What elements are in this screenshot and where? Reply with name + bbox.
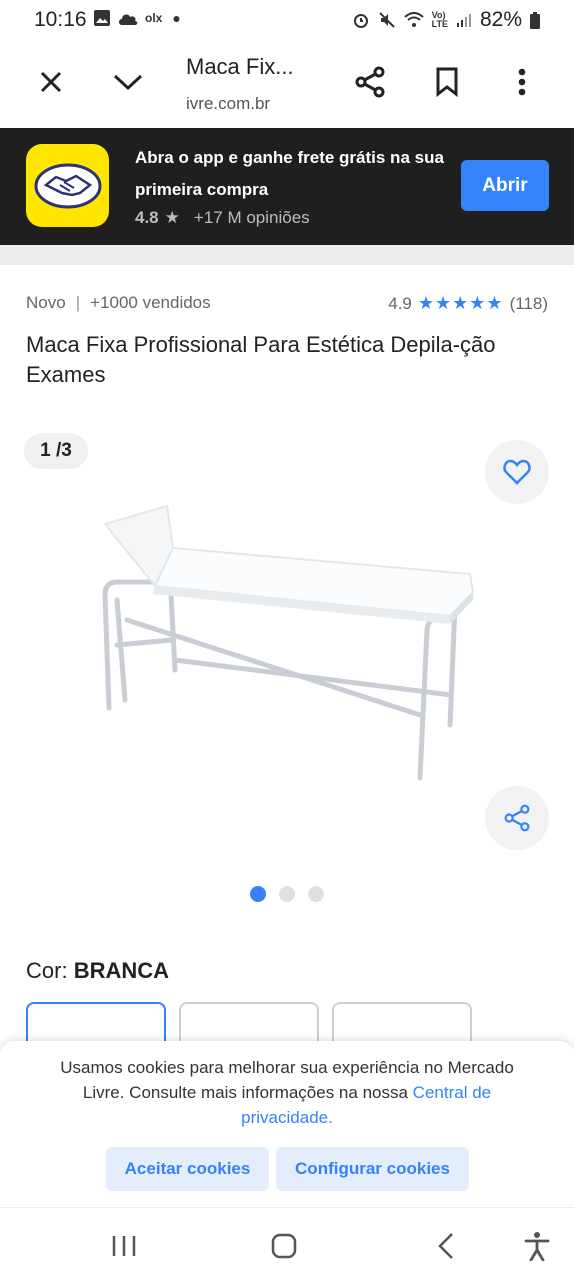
alarm-icon <box>353 14 368 28</box>
more-vert-icon <box>518 68 526 96</box>
product-title: Maca Fixa Profissional Para Estética Dep… <box>26 332 496 387</box>
system-navigation-bar <box>0 1207 574 1280</box>
bookmark-icon <box>436 67 458 97</box>
accessibility-button[interactable] <box>515 1228 559 1264</box>
handshake-icon <box>34 163 101 208</box>
open-app-button[interactable]: Abrir <box>461 160 549 211</box>
accept-cookies-button[interactable]: Aceitar cookies <box>106 1147 269 1191</box>
back-icon <box>438 1233 453 1259</box>
bookmark-button[interactable] <box>425 60 469 104</box>
color-selector-label: Cor: BRANCA <box>26 958 169 984</box>
divider <box>0 245 574 265</box>
signal-icon <box>456 14 471 27</box>
accessibility-icon <box>524 1232 550 1261</box>
back-button[interactable] <box>424 1228 468 1264</box>
cookie-consent-panel: Usamos cookies para melhorar sua experiê… <box>0 1041 574 1207</box>
banner-rating: 4.8 ★ +17 M opiniões <box>135 208 310 228</box>
share-button[interactable] <box>348 60 392 104</box>
banner-message: Abra o app e ganhe frete grátis na sua p… <box>135 148 444 199</box>
favorite-button[interactable] <box>485 440 549 504</box>
browser-toolbar: Maca Fix... ivre.com.br <box>0 40 574 128</box>
expand-tab-button[interactable] <box>106 60 150 104</box>
battery-icon <box>530 11 540 29</box>
mercado-livre-logo <box>26 144 109 227</box>
gallery-icon <box>94 10 110 26</box>
share-icon <box>504 804 530 832</box>
dot-icon: ● <box>172 10 181 26</box>
product-rating[interactable]: 4.9 ★★★★★ (118) <box>388 293 548 314</box>
cookie-message: Usamos cookies para melhorar sua experiê… <box>40 1055 534 1130</box>
banner-reviews: +17 M opiniões <box>193 208 310 227</box>
close-icon <box>40 71 62 93</box>
recents-button[interactable] <box>102 1228 146 1264</box>
recents-icon <box>112 1236 136 1256</box>
gallery-dot[interactable] <box>279 886 295 902</box>
color-value: BRANCA <box>73 958 170 983</box>
home-icon <box>271 1233 297 1259</box>
product-image[interactable] <box>95 500 480 790</box>
meta-separator: | <box>75 293 81 312</box>
status-notification-icons: olx ● <box>93 9 181 27</box>
app-install-banner: Abra o app e ganhe frete grátis na sua p… <box>0 128 574 245</box>
olx-notification-label: olx <box>145 11 163 25</box>
battery-level: 82% <box>479 8 522 31</box>
page-url: ivre.com.br <box>186 94 271 113</box>
product-condition: Novo <box>26 293 66 312</box>
heart-icon <box>503 459 531 485</box>
rating-value: 4.9 <box>388 293 412 313</box>
more-options-button[interactable] <box>500 60 544 104</box>
mute-icon <box>378 12 395 28</box>
share-icon <box>355 66 385 98</box>
color-label: Cor: <box>26 958 68 983</box>
rating-count: (118) <box>509 293 548 313</box>
status-bar: 10:16 olx ● Vo) LTE 82% <box>0 0 574 40</box>
product-sold-count: +1000 vendidos <box>90 293 211 312</box>
chevron-down-icon <box>113 74 143 91</box>
status-time: 10:16 <box>34 8 87 31</box>
share-product-button[interactable] <box>485 786 549 850</box>
gallery-pagination <box>250 886 324 902</box>
rating-stars: ★★★★★ <box>417 293 504 313</box>
configure-cookies-button[interactable]: Configurar cookies <box>276 1147 469 1191</box>
banner-rating-value: 4.8 <box>135 208 159 227</box>
image-counter: 1 /3 <box>24 433 88 469</box>
product-meta: Novo | +1000 vendidos <box>26 293 211 313</box>
cloud-icon <box>119 14 138 25</box>
star-icon: ★ <box>164 208 180 227</box>
gallery-dot[interactable] <box>308 886 324 902</box>
volte-icon: Vo) LTE <box>431 10 448 29</box>
home-button[interactable] <box>262 1228 306 1264</box>
page-title: Maca Fix... <box>186 54 294 79</box>
wifi-icon <box>403 12 424 27</box>
gallery-dot[interactable] <box>250 886 266 902</box>
close-tab-button[interactable] <box>29 60 73 104</box>
status-system-icons: Vo) LTE 82% <box>352 8 540 32</box>
